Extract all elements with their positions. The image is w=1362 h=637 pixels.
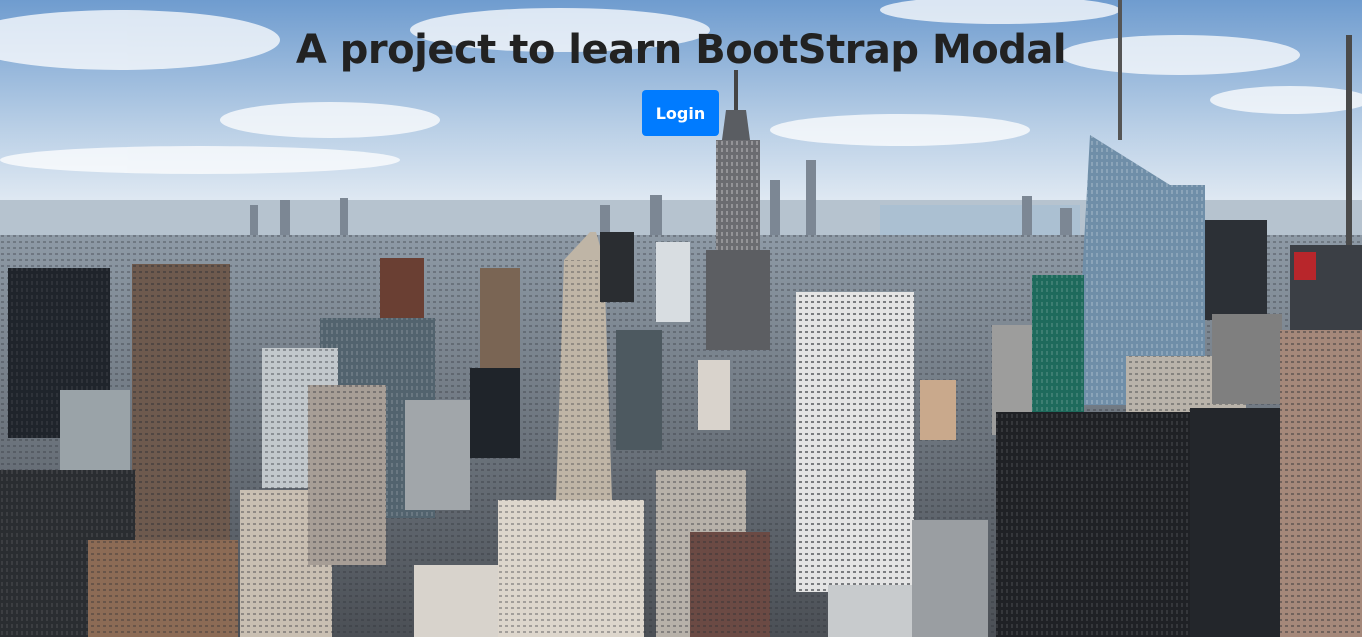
login-button[interactable]: Login [642,90,719,136]
hero-content: A project to learn BootStrap Modal [0,0,1362,76]
hero-section: A project to learn BootStrap Modal Login [0,0,1362,637]
page-title: A project to learn BootStrap Modal [295,27,1067,73]
